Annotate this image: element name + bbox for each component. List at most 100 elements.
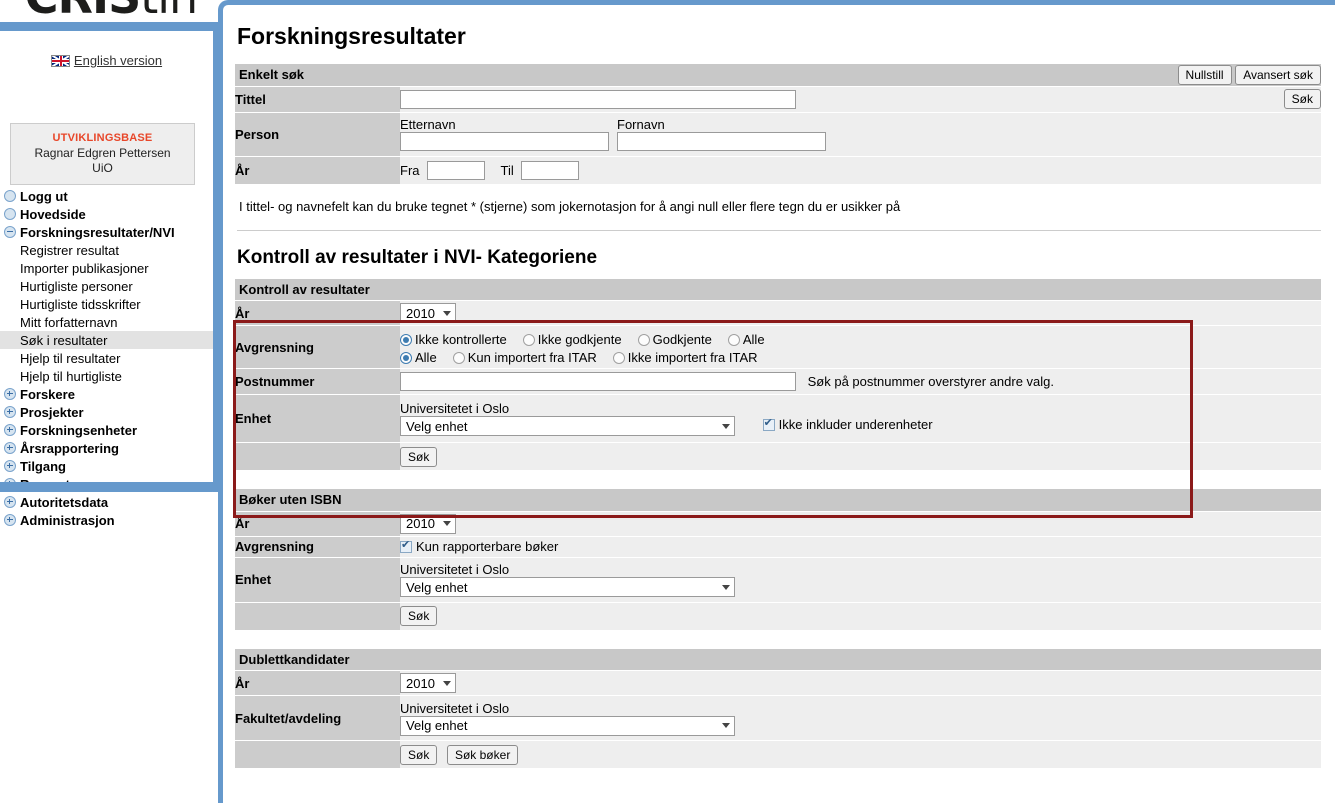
- nvi-status-option[interactable]: Alle: [727, 332, 765, 347]
- nvi-status-radio[interactable]: [727, 333, 740, 346]
- books-reportable-wrap[interactable]: Kun rapporterbare bøker: [400, 539, 558, 554]
- sidebar-item-hjelp-til-resultater[interactable]: Hjelp til resultater: [0, 349, 213, 367]
- chevron-down-icon: [443, 521, 451, 526]
- nvi-exclude-sub-checkbox[interactable]: [762, 417, 775, 432]
- books-year-select[interactable]: 2010: [400, 513, 456, 534]
- year-from-input[interactable]: [427, 160, 486, 180]
- sidebar-item-mitt-forfatternavn[interactable]: Mitt forfatternavn: [0, 313, 213, 331]
- nvi-search-button[interactable]: Søk: [400, 446, 438, 467]
- sidebar-item-administrasjon[interactable]: Administrasjon: [0, 511, 213, 529]
- sidebar-item-hovedside[interactable]: Hovedside: [0, 205, 213, 223]
- nvi-itar-label: Kun importert fra ITAR: [467, 349, 597, 365]
- nvi-itar-option[interactable]: Ikke importert fra ITAR: [612, 350, 758, 365]
- sidebar-item-label: Forskningsenheter: [20, 422, 138, 438]
- duplicates-year-cell: 2010: [400, 670, 1321, 696]
- simple-search-table: Enkelt søk Nullstill Avansert søk Tittel…: [235, 64, 1321, 185]
- sidebar-item-forskningsenheter[interactable]: Forskningsenheter: [0, 421, 213, 439]
- books-unit-select-value: Velg enhet: [406, 579, 468, 595]
- nvi-unit-org: Universitetet i Oslo: [400, 401, 510, 416]
- simple-search-header-actions: Nullstill Avansert søk: [1141, 64, 1321, 87]
- english-version-link[interactable]: English version: [74, 53, 162, 68]
- nvi-year-select[interactable]: 2010: [400, 303, 456, 323]
- minus-icon[interactable]: [4, 226, 16, 238]
- main-content: Forskningsresultater Enkelt søk Nullstil…: [235, 11, 1325, 769]
- sidebar-item-prosjekter[interactable]: Prosjekter: [0, 403, 213, 421]
- english-version-row: English version: [0, 53, 213, 68]
- sidebar-item-s-k-i-resultater[interactable]: Søk i resultater: [0, 331, 213, 349]
- user-name: Ragnar Edgren Pettersen: [34, 146, 171, 160]
- title-label: Tittel: [235, 86, 400, 113]
- nvi-status-radio[interactable]: [400, 333, 412, 346]
- duplicates-header: Dublettkandidater: [235, 648, 1321, 671]
- user-info-box: UTVIKLINGSBASE Ragnar Edgren Pettersen U…: [10, 123, 195, 185]
- plus-icon[interactable]: [4, 514, 16, 526]
- nvi-unit-select[interactable]: Velg enhet: [400, 416, 735, 436]
- nvi-itar-option[interactable]: Alle: [400, 350, 437, 365]
- sidebar-item-logg-ut[interactable]: Logg ut: [0, 187, 213, 205]
- sidebar-item-forskere[interactable]: Forskere: [0, 385, 213, 403]
- sidebar-item-tilgang[interactable]: Tilgang: [0, 457, 213, 475]
- sidebar-item-label: Prosjekter: [20, 404, 84, 420]
- nvi-status-label: Godkjente: [652, 331, 712, 347]
- advanced-search-button[interactable]: Avansert søk: [1235, 64, 1321, 85]
- plus-icon[interactable]: [4, 388, 16, 400]
- nvi-submit-spacer: [235, 442, 400, 471]
- duplicates-submit-spacer: [235, 740, 400, 769]
- circle-icon: [4, 190, 16, 202]
- duplicates-search-button[interactable]: Søk: [400, 744, 438, 765]
- plus-icon[interactable]: [4, 460, 16, 472]
- plus-icon[interactable]: [4, 424, 16, 436]
- sidebar-item-registrer-resultat[interactable]: Registrer resultat: [0, 241, 213, 259]
- duplicates-year-value: 2010: [406, 675, 435, 691]
- duplicates-faculty-select[interactable]: Velg enhet: [400, 715, 735, 736]
- sidebar-item-hurtigliste-tidsskrifter[interactable]: Hurtigliste tidsskrifter: [0, 295, 213, 313]
- duplicates-search-books-button[interactable]: Søk bøker: [446, 744, 519, 765]
- plus-icon[interactable]: [4, 406, 16, 418]
- nvi-section-title: Kontroll av resultater i NVI- Kategorien…: [237, 246, 598, 268]
- simple-search-submit-cell: Søk: [1141, 86, 1321, 113]
- nvi-itar-radio[interactable]: [400, 351, 412, 364]
- duplicates-year-select[interactable]: 2010: [400, 673, 456, 693]
- firstname-input[interactable]: [617, 132, 826, 151]
- sidebar-item-hurtigliste-personer[interactable]: Hurtigliste personer: [0, 277, 213, 295]
- books-reportable-checkbox[interactable]: [400, 539, 412, 553]
- sidebar-item-rsrapportering[interactable]: Årsrapportering: [0, 439, 213, 457]
- nvi-status-radio[interactable]: [522, 333, 535, 346]
- sidebar-item-importer-publikasjoner[interactable]: Importer publikasjoner: [0, 259, 213, 277]
- books-search-button[interactable]: Søk: [400, 606, 438, 626]
- sidebar-panel: English version UTVIKLINGSBASE Ragnar Ed…: [0, 31, 222, 528]
- duplicates-year-row: År 2010: [235, 670, 1321, 696]
- sidebar-item-forskningsresultater-nvi[interactable]: Forskningsresultater/NVI: [0, 223, 213, 241]
- nvi-header: Kontroll av resultater: [235, 278, 1321, 301]
- books-submit-cell: Søk: [400, 602, 1321, 631]
- database-badge: UTVIKLINGSBASE: [52, 132, 153, 144]
- nvi-itar-radio[interactable]: [612, 351, 625, 364]
- nvi-itar-label: Alle: [415, 349, 437, 365]
- title-input[interactable]: [400, 89, 796, 109]
- nvi-status-option[interactable]: Ikke godkjente: [522, 332, 622, 347]
- books-unit-select[interactable]: Velg enhet: [400, 577, 735, 597]
- duplicates-faculty-label: Fakultet/avdeling: [235, 695, 400, 741]
- year-to-input[interactable]: [521, 160, 580, 180]
- nvi-status-option[interactable]: Ikke kontrollerte: [400, 332, 507, 347]
- nvi-itar-radio[interactable]: [452, 351, 465, 364]
- bottom-blue-bar: [0, 482, 222, 492]
- sidebar-item-autoritetsdata[interactable]: Autoritetsdata: [0, 493, 213, 511]
- logo-main: CRIS: [25, 0, 141, 22]
- nvi-status-radio[interactable]: [637, 333, 650, 346]
- books-year-label: År: [235, 511, 400, 537]
- plus-icon[interactable]: [4, 442, 16, 454]
- reset-button[interactable]: Nullstill: [1177, 64, 1232, 85]
- nvi-postcode-input[interactable]: [400, 372, 796, 391]
- nvi-exclude-sub-wrap[interactable]: Ikke inkluder underenheter: [762, 417, 933, 432]
- books-year-row: År 2010: [235, 511, 1321, 537]
- plus-icon[interactable]: [4, 496, 16, 508]
- sidebar-item-hjelp-til-hurtigliste[interactable]: Hjelp til hurtigliste: [0, 367, 213, 385]
- person-input-cell: Etternavn Fornavn: [400, 112, 1141, 157]
- lastname-input[interactable]: [400, 132, 609, 151]
- simple-search-button[interactable]: Søk: [1283, 89, 1321, 109]
- books-limit-label: Avgrensning: [235, 536, 400, 558]
- nvi-itar-option[interactable]: Kun importert fra ITAR: [452, 349, 597, 365]
- sidebar-item-label: Autoritetsdata: [20, 494, 109, 510]
- nvi-status-option[interactable]: Godkjente: [637, 331, 712, 347]
